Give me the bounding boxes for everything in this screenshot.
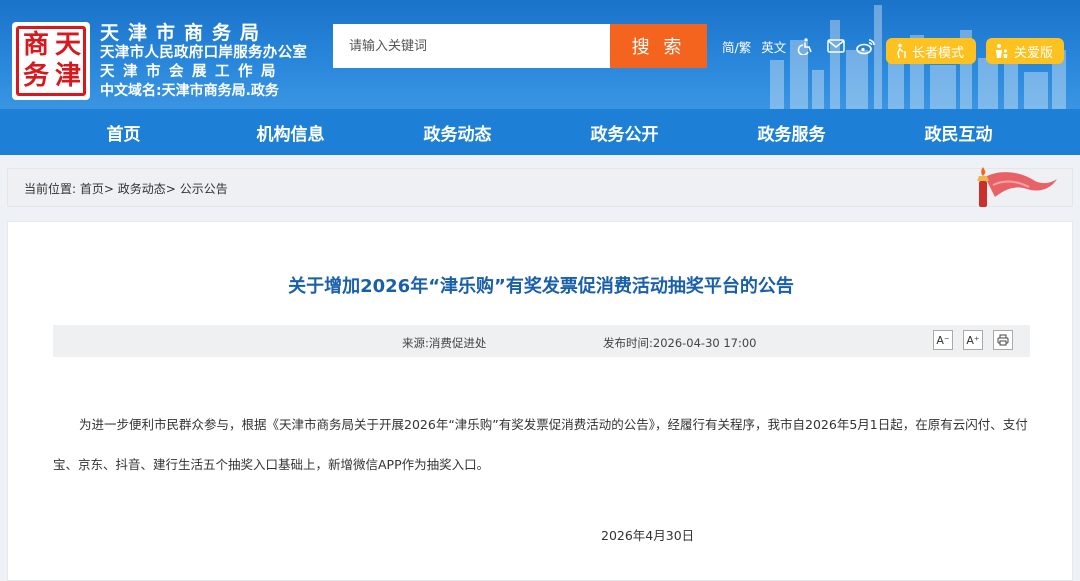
- article-publish-time: 发布时间:2026-04-30 17:00: [603, 336, 757, 350]
- font-decrease-button[interactable]: A⁻: [933, 330, 953, 350]
- org-line-1: 天津市商务局: [100, 22, 269, 44]
- logo-seal: 天 津 商 务: [16, 26, 86, 96]
- article-body: 为进一步便利市民群众参与，根据《天津市商务局关于开展2026年“津乐购”有奖发票…: [53, 417, 1028, 472]
- search-box: 搜 索: [333, 24, 707, 68]
- org-line-2: 天津市人民政府口岸服务办公室: [100, 45, 308, 61]
- article-sign-date: 2026年4月30日: [601, 528, 695, 543]
- nav-item-news[interactable]: 政务动态: [374, 120, 541, 145]
- care-version-label: 关爱版: [1014, 45, 1054, 61]
- breadcrumb-separator: >: [165, 182, 176, 196]
- elder-mode-button[interactable]: 长者模式: [886, 38, 976, 64]
- article-panel: 关于增加2026年“津乐购”有奖发票促消费活动抽奖平台的公告 来源:消费促进处 …: [7, 221, 1073, 581]
- torch-ribbon-decoration: [977, 167, 1057, 207]
- simplified-traditional-toggle[interactable]: 简/繁: [722, 37, 751, 56]
- english-version-link[interactable]: 英文: [761, 37, 786, 56]
- nav-item-services[interactable]: 政务服务: [708, 120, 875, 145]
- search-button[interactable]: 搜 索: [610, 24, 707, 68]
- org-domain-line: 中文域名:天津市商务局.政务: [100, 83, 279, 99]
- breadcrumb-bar: 当前位置: 首页> 政务动态> 公示公告: [7, 167, 1073, 207]
- nav-item-interaction[interactable]: 政民互动: [875, 120, 1042, 145]
- breadcrumb-separator: >: [103, 182, 114, 196]
- breadcrumb-announcement-link[interactable]: 公示公告: [180, 182, 228, 196]
- article-source: 来源:消费促进处: [402, 336, 487, 350]
- nav-item-home[interactable]: 首页: [40, 120, 207, 145]
- logo-char: 务: [23, 61, 50, 91]
- accessibility-icon[interactable]: [796, 36, 816, 56]
- mail-icon[interactable]: [826, 36, 846, 56]
- elder-icon: [894, 43, 908, 59]
- weibo-icon[interactable]: [856, 36, 876, 56]
- article-meta-bar: 来源:消费促进处 发布时间:2026-04-30 17:00 A⁻ A⁺: [53, 325, 1030, 357]
- logo-char: 天: [55, 30, 82, 60]
- nav-item-organization[interactable]: 机构信息: [207, 120, 374, 145]
- breadcrumb-news-link[interactable]: 政务动态: [118, 182, 166, 196]
- print-button[interactable]: [993, 330, 1013, 350]
- logo-char: 商: [23, 30, 50, 60]
- search-input[interactable]: [333, 24, 610, 68]
- article-title: 关于增加2026年“津乐购”有奖发票促消费活动抽奖平台的公告: [288, 276, 794, 297]
- care-icon: [994, 43, 1010, 59]
- org-line-3: 天津市会展工作局: [100, 64, 284, 80]
- site-logo[interactable]: 天 津 商 务: [12, 22, 90, 100]
- organization-name: 天津市商务局 天津市人民政府口岸服务办公室 天津市会展工作局 中文域名:天津市商…: [100, 22, 307, 101]
- care-version-button[interactable]: 关爱版: [986, 38, 1064, 64]
- breadcrumb: 当前位置: 首页> 政务动态> 公示公告: [24, 180, 228, 197]
- breadcrumb-prefix: 当前位置:: [24, 182, 77, 196]
- main-navigation: 首页 机构信息 政务动态 政务公开 政务服务 政民互动: [0, 109, 1080, 155]
- breadcrumb-home-link[interactable]: 首页: [80, 182, 104, 196]
- font-increase-button[interactable]: A⁺: [963, 330, 983, 350]
- site-header: 天 津 商 务 天津市商务局 天津市人民政府口岸服务办公室 天津市会展工作局 中…: [0, 0, 1080, 109]
- print-icon: [997, 334, 1009, 346]
- elder-mode-label: 长者模式: [912, 45, 965, 61]
- nav-item-disclosure[interactable]: 政务公开: [541, 120, 708, 145]
- logo-char: 津: [55, 61, 82, 91]
- header-tools: 简/繁 英文: [722, 36, 886, 56]
